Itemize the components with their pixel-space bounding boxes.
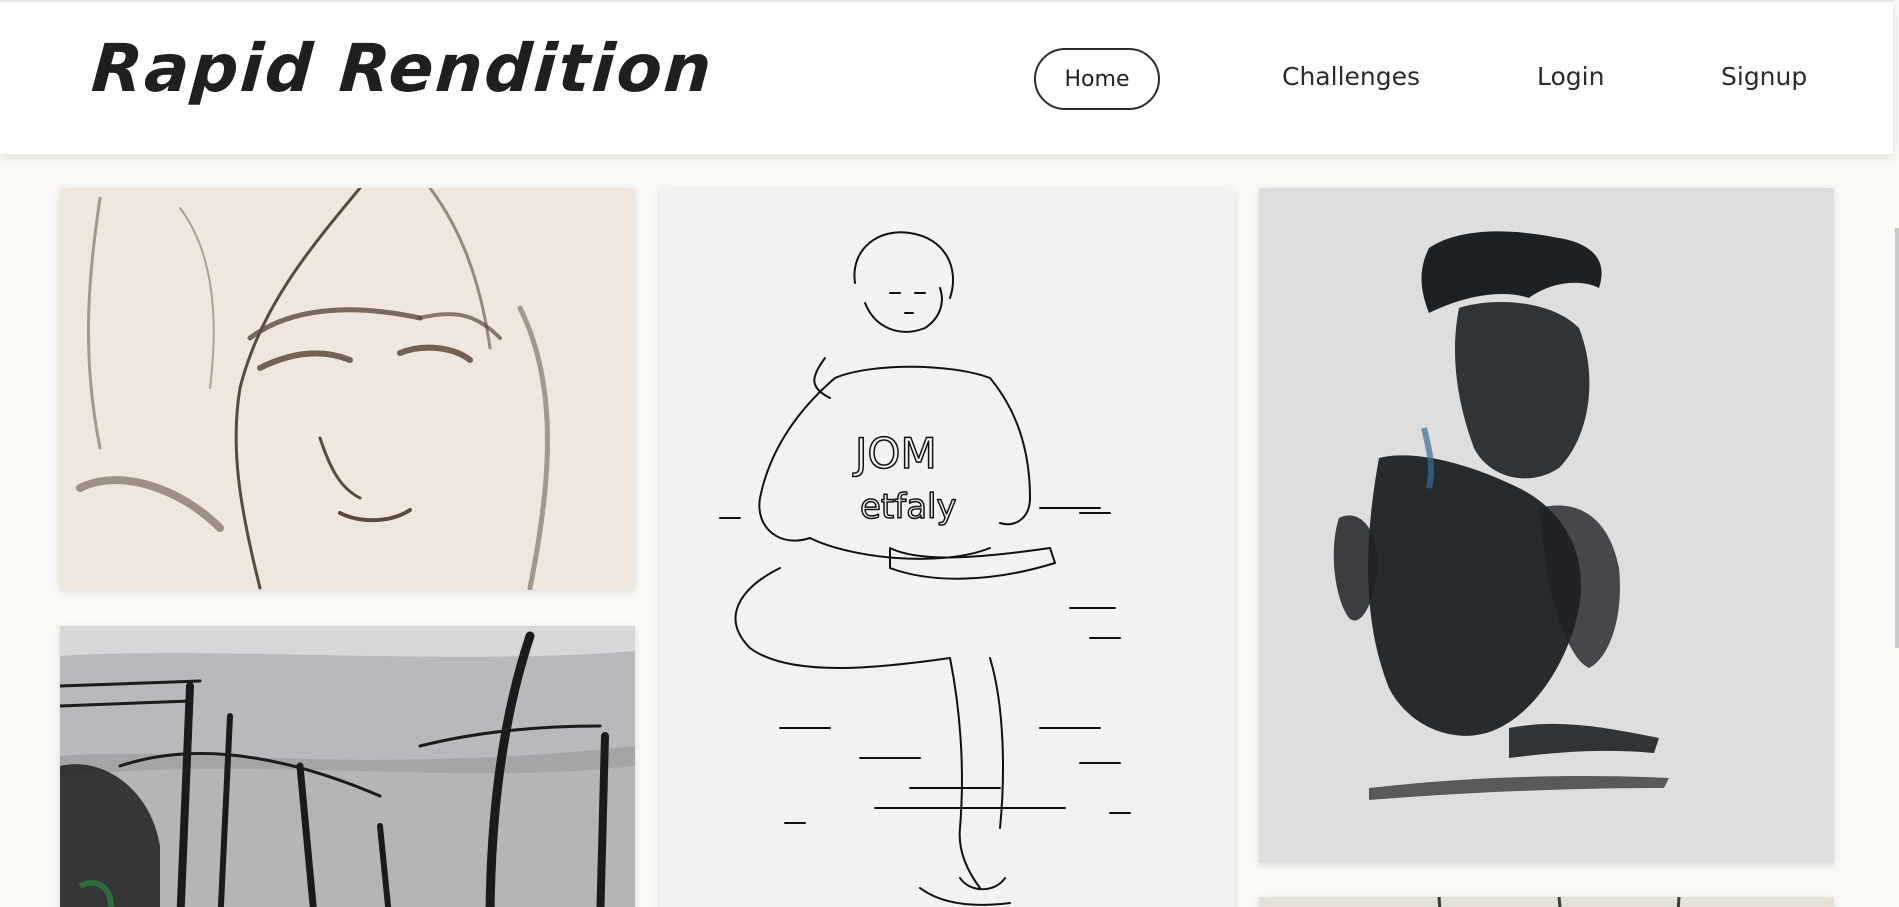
navbar: Rapid Rendition Home Challenges Login Si…: [0, 0, 1893, 154]
site-logo[interactable]: Rapid Rendition: [89, 30, 715, 107]
nav-signup-link[interactable]: Signup: [1721, 62, 1807, 91]
scrollbar-thumb[interactable]: [1895, 228, 1899, 648]
gallery-item-ink-portrait[interactable]: [1259, 188, 1834, 863]
charcoal-face-artwork: [60, 188, 635, 590]
nav-challenges-link[interactable]: Challenges: [1282, 62, 1420, 91]
svg-text:JOM: JOM: [852, 429, 937, 478]
gallery-item-partial-sketch[interactable]: [1259, 897, 1834, 907]
svg-text:etfaly: etfaly: [860, 487, 957, 527]
gallery-item-ink-landscape[interactable]: [60, 626, 635, 907]
page: Rapid Rendition Home Challenges Login Si…: [0, 0, 1899, 907]
ink-landscape-artwork: [60, 626, 635, 907]
nav-login-link[interactable]: Login: [1537, 62, 1604, 91]
gallery-item-charcoal-face[interactable]: [60, 188, 635, 590]
seated-figure-artwork: JOM etfaly: [660, 188, 1235, 907]
partial-sketch-artwork: [1259, 897, 1834, 907]
nav-home-button[interactable]: Home: [1034, 48, 1160, 110]
ink-portrait-artwork: [1259, 188, 1834, 863]
gallery-item-seated-figure[interactable]: JOM etfaly: [660, 188, 1235, 907]
